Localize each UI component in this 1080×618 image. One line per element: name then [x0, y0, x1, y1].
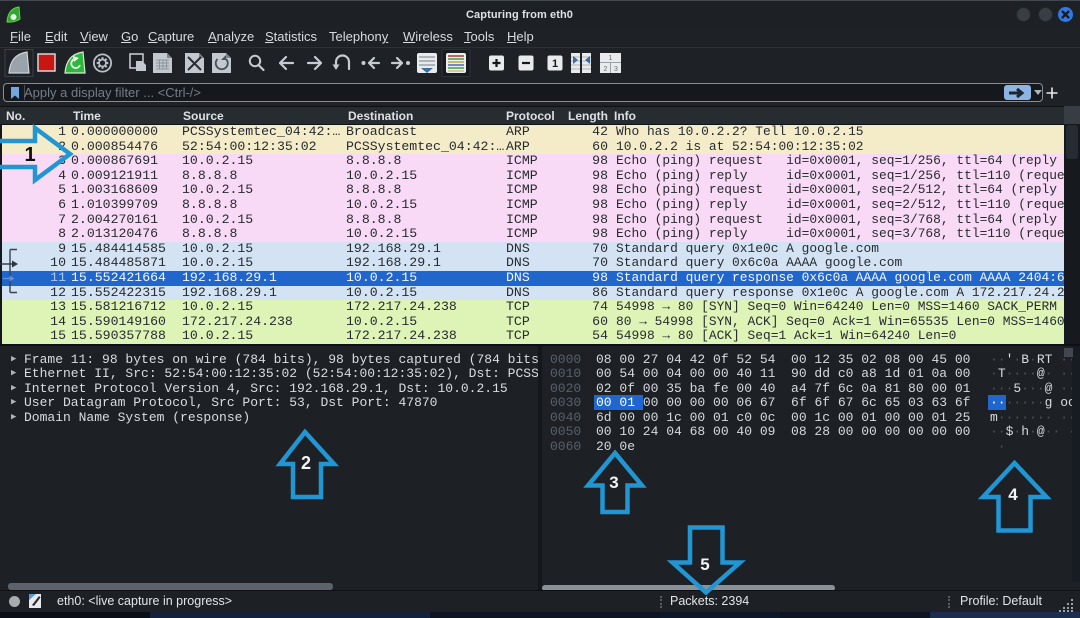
svg-text:2: 2: [604, 66, 608, 73]
svg-text:1: 1: [609, 55, 613, 62]
svg-text:3: 3: [614, 66, 618, 73]
svg-text:1: 1: [552, 58, 558, 70]
